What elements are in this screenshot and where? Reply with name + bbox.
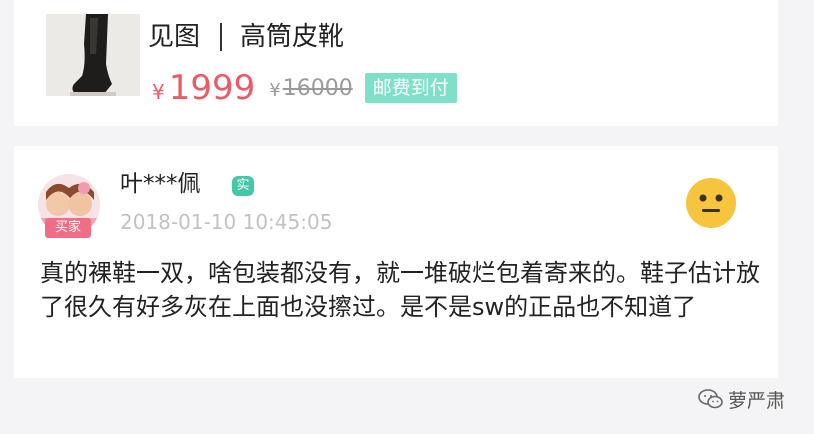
price: 1999 [168, 68, 256, 108]
review-time: 2018-01-10 10:45:05 [120, 210, 333, 234]
neutral-face-icon [686, 178, 736, 228]
price-currency: ¥ [152, 80, 165, 104]
review-text: 真的裸鞋一双，啥包装都没有，就一堆破烂包着寄来的。鞋子估计放了很久有好多灰在上面… [40, 259, 760, 321]
original-price-currency: ¥ [269, 79, 281, 101]
shipping-tag: 邮费到付 [364, 73, 457, 103]
product-title: 见图 高筒皮靴 [148, 20, 344, 54]
original-price: 16000 [282, 75, 353, 101]
buyer-tag: 买家 [45, 218, 91, 238]
user-name[interactable]: 叶***佩 [120, 168, 201, 200]
watermark-text: 萝严肃 [728, 389, 786, 412]
watermark: 萝严肃 [698, 384, 785, 414]
verified-badge: 实 [232, 176, 254, 196]
product-thumbnail[interactable] [46, 14, 140, 96]
title-divider [220, 23, 223, 51]
review-card: 买家 叶***佩 实 2018-01-10 10:45:05 真的裸鞋一双，啥包… [14, 146, 778, 378]
product-card[interactable]: 见图 高筒皮靴 ¥ 1999 ¥ 16000 邮费到付 [14, 0, 778, 126]
product-title-prefix: 见图 [148, 22, 201, 52]
product-name: 高筒皮靴 [240, 22, 345, 52]
price-row: ¥ 1999 ¥ 16000 邮费到付 [152, 70, 457, 106]
wechat-icon [698, 389, 723, 409]
